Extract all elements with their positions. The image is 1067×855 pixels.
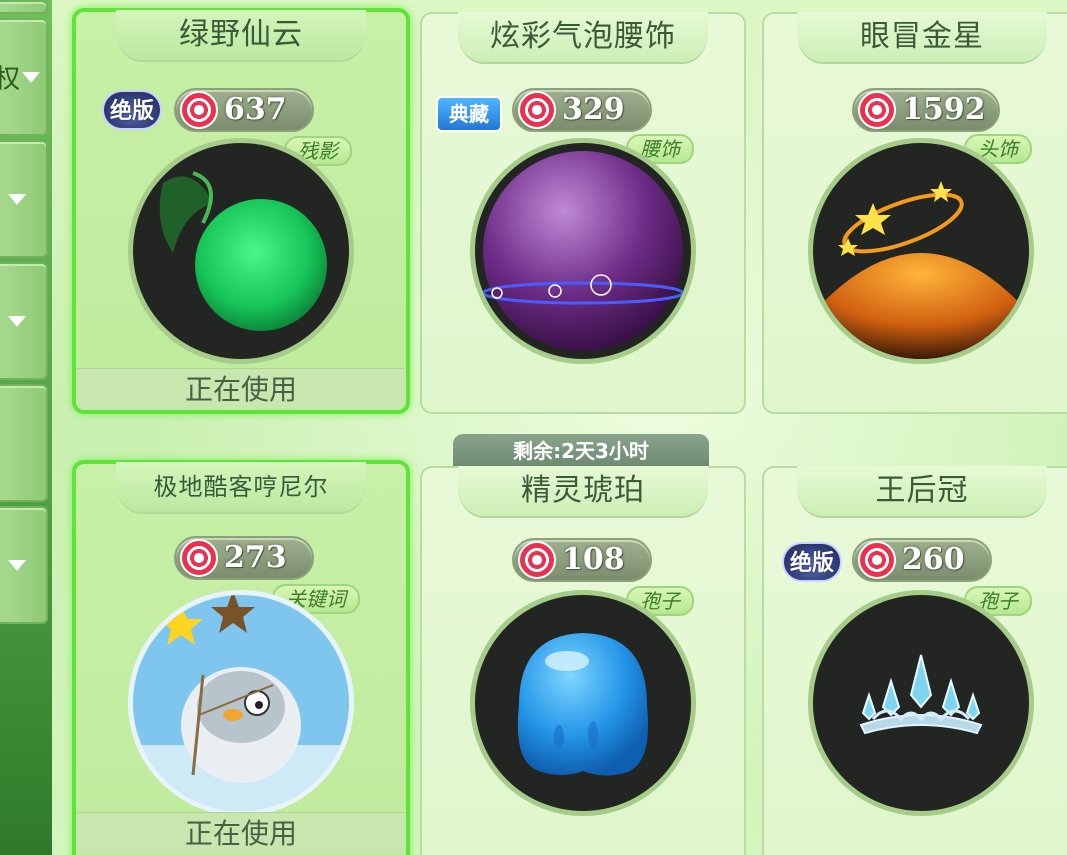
item-card-spirit-amber[interactable]: 精灵琥珀 108 孢子	[420, 466, 746, 855]
item-name: 眼冒金星	[797, 12, 1047, 64]
item-preview	[808, 590, 1034, 816]
chevron-down-icon	[8, 316, 26, 327]
item-preview	[470, 590, 696, 816]
item-card-queen-crown[interactable]: 王后冠 绝版 260 孢子	[762, 466, 1067, 855]
in-use-status: 正在使用	[76, 368, 406, 410]
price-value: 1592	[902, 92, 986, 127]
sidebar-tab-2[interactable]	[0, 140, 48, 258]
price-value: 273	[224, 540, 287, 575]
item-name: 极地酷客哼尼尔	[116, 462, 366, 514]
category-sidebar: 权	[0, 0, 52, 855]
blue-slime-icon	[517, 633, 649, 776]
item-card-dizzy-stars[interactable]: 眼冒金星 1592 头饰	[762, 12, 1067, 414]
limited-edition-badge: 绝版	[782, 542, 842, 582]
item-preview	[128, 138, 354, 364]
price-value: 260	[902, 542, 965, 577]
item-name: 精灵琥珀	[458, 466, 708, 518]
in-use-status: 正在使用	[76, 812, 406, 854]
crown-icon	[859, 654, 983, 735]
price-value: 108	[562, 542, 625, 577]
sidebar-tab-label: 权	[0, 64, 21, 95]
candy-icon	[858, 91, 896, 129]
candy-icon	[180, 539, 218, 577]
price-tag: 1592	[852, 88, 1000, 132]
price-tag: 273	[174, 536, 314, 580]
bubble-orb-icon	[481, 151, 685, 351]
sidebar-tab-1[interactable]: 权	[0, 18, 48, 136]
item-name: 绿野仙云	[116, 10, 366, 62]
item-name: 炫彩气泡腰饰	[458, 12, 708, 64]
collection-badge: 典藏	[436, 96, 502, 132]
sidebar-tab-5[interactable]	[0, 506, 48, 624]
chevron-down-icon	[22, 72, 40, 83]
limited-edition-badge: 绝版	[102, 90, 162, 130]
chevron-down-icon	[8, 194, 26, 205]
penguin-icon	[133, 595, 349, 811]
sidebar-tab-top[interactable]	[0, 0, 48, 14]
price-tag: 329	[512, 88, 652, 132]
time-remaining-label: 剩余:2天3小时	[453, 434, 709, 468]
price-tag: 108	[512, 538, 652, 582]
price-value: 329	[562, 92, 625, 127]
price-tag: 637	[174, 88, 314, 132]
chevron-down-icon	[8, 560, 26, 571]
item-name: 王后冠	[797, 466, 1047, 518]
item-card-polar-penguin[interactable]: 极地酷客哼尼尔 273 关键词 正在使用	[72, 460, 410, 855]
candy-icon	[518, 541, 556, 579]
sidebar-tab-4[interactable]	[0, 384, 48, 502]
price-value: 637	[224, 92, 287, 127]
green-cloud-orb-icon	[159, 171, 327, 331]
candy-icon	[518, 91, 556, 129]
item-preview	[128, 590, 354, 816]
item-card-lvye-xianyun[interactable]: 绿野仙云 绝版 637 残影 正在使用	[72, 8, 410, 414]
item-preview	[470, 138, 696, 364]
candy-icon	[180, 91, 218, 129]
item-preview	[808, 138, 1034, 364]
item-card-bubble-waist[interactable]: 炫彩气泡腰饰 典藏 329 腰饰	[420, 12, 746, 414]
candy-icon	[858, 541, 896, 579]
price-tag: 260	[852, 538, 992, 582]
sidebar-tab-3[interactable]	[0, 262, 48, 380]
dizzy-stars-orb-icon	[813, 181, 1029, 359]
